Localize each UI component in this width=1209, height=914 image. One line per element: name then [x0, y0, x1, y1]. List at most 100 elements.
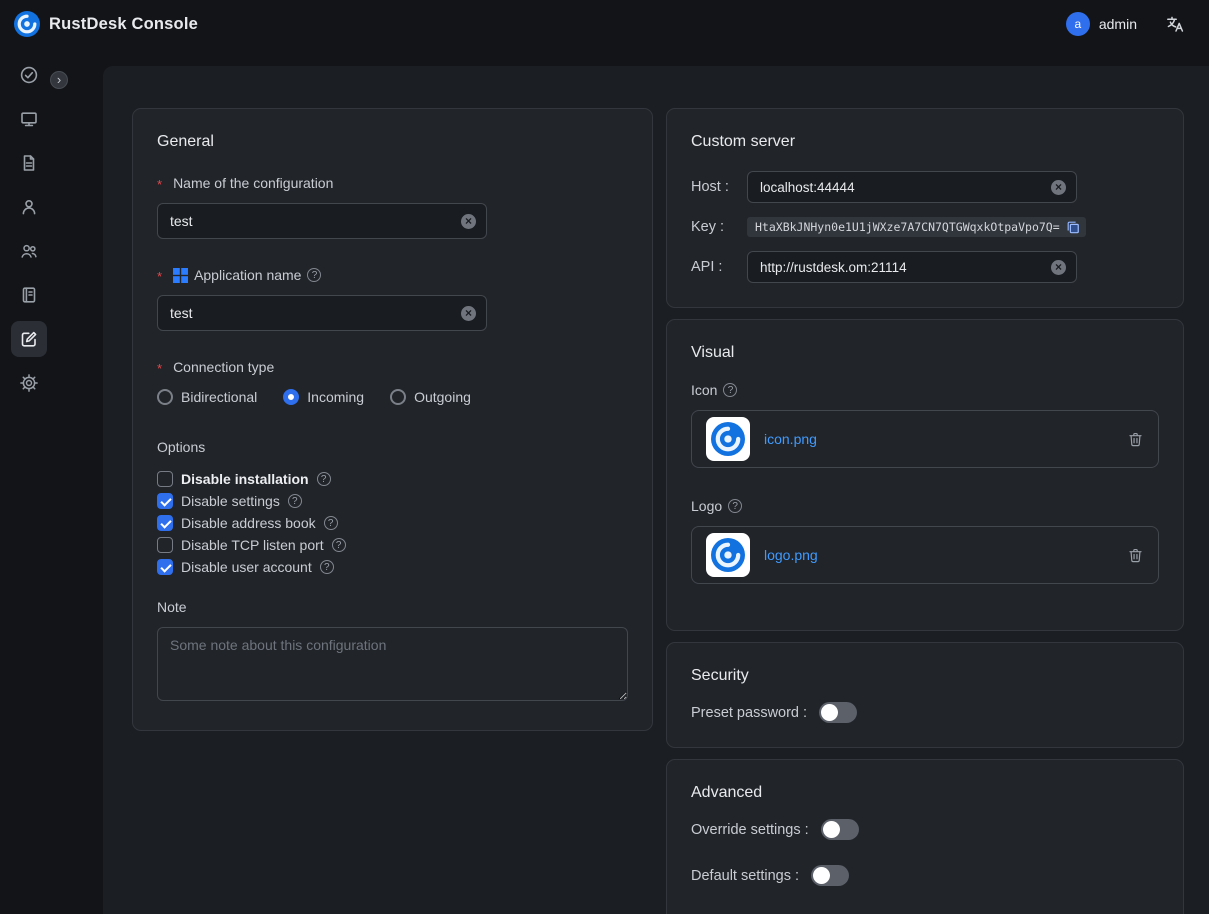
api-input-wrap [747, 251, 1077, 283]
settings-gear-icon [19, 373, 39, 393]
logo-upload-label: Logo [691, 498, 1159, 514]
app-title: RustDesk Console [49, 15, 198, 34]
options-checkbox-list: Disable installation Disable settings Di… [157, 471, 628, 575]
override-settings-toggle[interactable] [821, 819, 859, 840]
clear-icon[interactable] [1051, 260, 1066, 275]
host-label: Host : [691, 179, 747, 195]
sidebar-item-custom-clients[interactable] [11, 321, 47, 357]
delete-icon[interactable] [1127, 431, 1144, 448]
help-icon[interactable] [320, 560, 334, 574]
key-value-chip: HtaXBkJNHyn0e1U1jWXze7A7CN7QTGWqxkOtpaVp… [747, 217, 1086, 237]
checkbox-box[interactable] [157, 515, 173, 531]
visual-title: Visual [691, 344, 1159, 362]
audit-log-icon [19, 285, 39, 305]
radio-circle[interactable] [390, 389, 406, 405]
help-icon[interactable] [307, 268, 321, 282]
help-icon[interactable] [332, 538, 346, 552]
options-label: Options [157, 439, 628, 455]
icon-file-link[interactable]: icon.png [764, 431, 1113, 447]
checkbox-box[interactable] [157, 493, 173, 509]
checkbox-box[interactable] [157, 471, 173, 487]
sidebar-item-audit-log[interactable] [11, 277, 47, 313]
override-settings-label: Override settings : [691, 822, 809, 838]
card-advanced: Advanced Override settings : Default set… [666, 759, 1184, 914]
devices-icon [19, 109, 39, 129]
help-icon[interactable] [728, 499, 742, 513]
checkbox-box[interactable] [157, 537, 173, 553]
advanced-title: Advanced [691, 784, 1159, 802]
name-config-label: Name of the configuration [157, 175, 628, 191]
custom-client-edit-icon [19, 329, 39, 349]
sidebar-item-settings[interactable] [11, 365, 47, 401]
application-name-label: Application name [157, 267, 628, 283]
rustdesk-logo-icon [711, 538, 745, 572]
application-name-input[interactable] [170, 305, 461, 321]
icon-upload-label: Icon [691, 382, 1159, 398]
help-icon[interactable] [317, 472, 331, 486]
name-config-input-wrap [157, 203, 487, 239]
general-title: General [157, 133, 628, 151]
key-row: Key : HtaXBkJNHyn0e1U1jWXze7A7CN7QTGWqxk… [691, 217, 1159, 237]
delete-icon[interactable] [1127, 547, 1144, 564]
help-icon[interactable] [324, 516, 338, 530]
username-label[interactable]: admin [1099, 16, 1137, 32]
preset-password-row: Preset password : [691, 702, 1159, 723]
clear-icon[interactable] [1051, 180, 1066, 195]
note-textarea[interactable] [157, 627, 628, 701]
language-translate-icon[interactable] [1165, 14, 1185, 34]
logo-file-link[interactable]: logo.png [764, 547, 1113, 563]
connection-type-radio-group: Bidirectional Incoming Outgoing [157, 389, 628, 405]
user-icon [19, 197, 39, 217]
checkbox-disable-installation[interactable]: Disable installation [157, 471, 628, 487]
clear-icon[interactable] [461, 306, 476, 321]
override-settings-row: Override settings : [691, 819, 1159, 840]
sidebar-item-groups[interactable] [11, 233, 47, 269]
copy-icon[interactable] [1066, 220, 1080, 234]
check-circle-icon [19, 65, 39, 85]
note-label: Note [157, 599, 628, 615]
host-input[interactable] [760, 180, 1051, 195]
default-settings-toggle[interactable] [811, 865, 849, 886]
sidebar-nav [0, 48, 58, 914]
sidebar-collapse-chevron-icon[interactable] [50, 71, 68, 89]
key-value: HtaXBkJNHyn0e1U1jWXze7A7CN7QTGWqxkOtpaVp… [755, 220, 1060, 234]
radio-circle[interactable] [157, 389, 173, 405]
users-icon [19, 241, 39, 261]
checkbox-box[interactable] [157, 559, 173, 575]
security-title: Security [691, 667, 1159, 685]
radio-outgoing[interactable]: Outgoing [390, 389, 471, 405]
connection-type-label: Connection type [157, 359, 628, 375]
top-header: RustDesk Console a admin [0, 0, 1209, 48]
sidebar-item-documents[interactable] [11, 145, 47, 181]
checkbox-disable-settings[interactable]: Disable settings [157, 493, 628, 509]
name-config-input[interactable] [170, 213, 461, 229]
api-input[interactable] [760, 260, 1051, 275]
user-avatar[interactable]: a [1066, 12, 1090, 36]
help-icon[interactable] [723, 383, 737, 397]
sidebar-item-status[interactable] [11, 57, 47, 93]
card-custom-server: Custom server Host : Key : HtaXBkJNHyn0e… [666, 108, 1184, 308]
sidebar-item-users[interactable] [11, 189, 47, 225]
rustdesk-logo-icon [711, 422, 745, 456]
checkbox-disable-tcp-listen-port[interactable]: Disable TCP listen port [157, 537, 628, 553]
main-content: General Name of the configuration Applic… [103, 66, 1209, 914]
radio-incoming[interactable]: Incoming [283, 389, 364, 405]
radio-circle[interactable] [283, 389, 299, 405]
clear-icon[interactable] [461, 214, 476, 229]
checkbox-disable-user-account[interactable]: Disable user account [157, 559, 628, 575]
radio-bidirectional[interactable]: Bidirectional [157, 389, 257, 405]
logo-upload-row: logo.png [691, 526, 1159, 584]
preset-password-label: Preset password : [691, 705, 807, 721]
host-input-wrap [747, 171, 1077, 203]
key-label: Key : [691, 219, 747, 235]
help-icon[interactable] [288, 494, 302, 508]
icon-thumbnail [706, 417, 750, 461]
host-row: Host : [691, 171, 1159, 203]
default-settings-row: Default settings : [691, 865, 1159, 886]
sidebar-item-devices[interactable] [11, 101, 47, 137]
card-security: Security Preset password : [666, 642, 1184, 748]
card-general: General Name of the configuration Applic… [132, 108, 653, 731]
document-icon [19, 153, 39, 173]
preset-password-toggle[interactable] [819, 702, 857, 723]
checkbox-disable-address-book[interactable]: Disable address book [157, 515, 628, 531]
